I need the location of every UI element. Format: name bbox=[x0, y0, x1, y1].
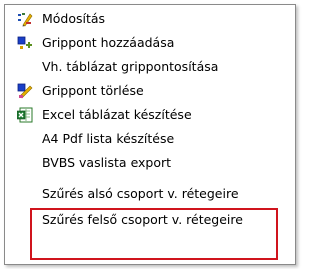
menu-item-filter-upper-group[interactable]: Szűrés felső csoport v. rétegeire bbox=[5, 208, 295, 232]
menu-item-delete-grippoint[interactable]: Grippont törlése bbox=[5, 79, 295, 103]
add-grippoint-icon bbox=[17, 35, 33, 51]
menu-item-bvbs-export[interactable]: BVBS vaslista export bbox=[5, 151, 295, 175]
excel-icon bbox=[16, 107, 33, 123]
context-menu: Módosítás Grippont hozzáadása Vh. tábláz… bbox=[4, 4, 296, 265]
menu-item-label: Szűrés alsó csoport v. rétegeire bbox=[42, 186, 239, 201]
menu-item-label: Grippont hozzáadása bbox=[42, 35, 175, 50]
menu-item-label: A4 Pdf lista készítése bbox=[42, 131, 175, 146]
menu-item-grippoint-table[interactable]: Vh. táblázat grippontosítása bbox=[5, 55, 295, 79]
delete-grippoint-icon bbox=[17, 83, 33, 99]
menu-item-label: Excel táblázat készítése bbox=[42, 107, 192, 122]
menu-item-modify[interactable]: Módosítás bbox=[5, 7, 295, 31]
menu-item-label: Szűrés felső csoport v. rétegeire bbox=[42, 212, 243, 227]
menu-item-label: BVBS vaslista export bbox=[42, 155, 172, 170]
menu-item-filter-lower-group[interactable]: Szűrés alsó csoport v. rétegeire bbox=[5, 182, 295, 206]
menu-item-label: Grippont törlése bbox=[42, 83, 144, 98]
menu-item-pdf-list[interactable]: A4 Pdf lista készítése bbox=[5, 127, 295, 151]
menu-item-label: Vh. táblázat grippontosítása bbox=[42, 59, 219, 74]
edit-icon bbox=[17, 11, 33, 27]
menu-item-add-grippoint[interactable]: Grippont hozzáadása bbox=[5, 31, 295, 55]
menu-item-label: Módosítás bbox=[42, 11, 106, 26]
menu-item-excel-export[interactable]: Excel táblázat készítése bbox=[5, 103, 295, 127]
